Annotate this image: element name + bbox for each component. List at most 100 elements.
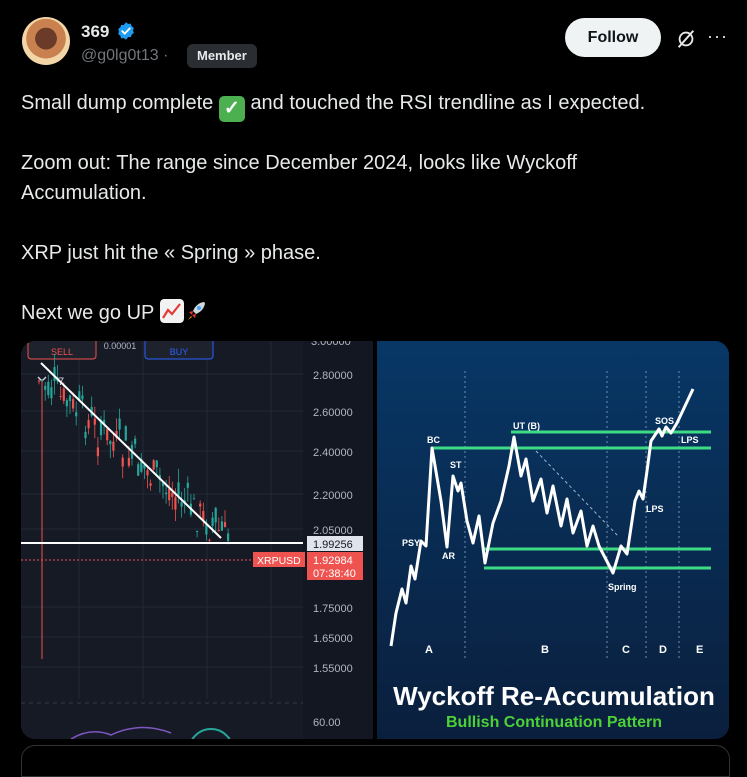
candle-body <box>146 470 149 476</box>
candle-body <box>72 399 75 409</box>
price-tick-4: 2.05000 <box>313 525 353 537</box>
author-handle[interactable]: @g0lg0t13 · <box>81 47 168 65</box>
spread-label: 0.00001 <box>104 341 137 351</box>
candle-body <box>62 388 65 401</box>
label-bc: BC <box>427 435 440 445</box>
post-text-5: Next we go UP <box>21 302 155 324</box>
candle-body <box>186 482 189 488</box>
wyckoff-subtitle: Bullish Continuation Pattern <box>446 714 662 731</box>
countdown-value: 07:38:40 <box>313 568 356 580</box>
candle-body <box>211 517 214 526</box>
price-tick-6: 1.65000 <box>313 633 353 645</box>
candle-body <box>165 492 168 495</box>
phase-b: B <box>541 644 549 656</box>
candle-body <box>196 530 199 532</box>
label-psy: PSY <box>402 538 420 548</box>
candle-body <box>84 431 87 439</box>
phase-c: C <box>622 644 630 656</box>
rocket-emoji-icon <box>187 302 205 320</box>
candle-body <box>68 395 72 402</box>
label-ar: AR <box>442 551 455 561</box>
phase-a: A <box>425 644 433 656</box>
label-lps-1: LPS <box>646 504 664 514</box>
candle-body <box>220 521 223 531</box>
last-price-value: 1.92984 <box>313 555 353 567</box>
candle-body <box>50 387 53 399</box>
image-divider <box>373 341 377 739</box>
candle-body <box>75 412 78 417</box>
candle-body <box>37 380 41 382</box>
price-tick-2: 2.40000 <box>313 447 353 459</box>
candle-body <box>81 395 84 400</box>
phase-e: E <box>696 644 703 656</box>
avatar[interactable] <box>22 17 70 65</box>
handle-text: @g0lg0t13 <box>81 47 159 64</box>
candle-body <box>152 460 155 470</box>
check-mark-emoji-icon: ✓ <box>218 96 245 122</box>
candle-body <box>171 492 174 497</box>
candle-body <box>192 498 196 500</box>
price-tick-5: 1.75000 <box>313 603 353 615</box>
chart-increasing-emoji-icon <box>159 299 184 323</box>
post-text-line-4: XRP just hit the « Spring » phase. <box>21 242 321 264</box>
candle-body <box>124 426 127 441</box>
label-sos: SOS <box>655 416 674 426</box>
candle-body <box>65 400 68 407</box>
candle-body <box>168 488 171 501</box>
member-badge[interactable]: Member <box>187 44 257 68</box>
candle-body <box>137 464 140 476</box>
symbol-label: XRPUSD <box>257 555 301 567</box>
candle-body <box>208 539 211 541</box>
candle-body <box>174 497 177 510</box>
quoted-card-edge[interactable] <box>21 745 730 777</box>
candle-body <box>59 395 62 397</box>
post-text-1b: and touched the RSI trendline as I expec… <box>250 92 646 114</box>
candle-body <box>93 418 96 425</box>
media-svg: SELL 0.00001 BUY 7 3.00000 2.80000 2.600… <box>21 341 729 739</box>
post-text-1a: Small dump complete <box>21 92 214 114</box>
rsi-tick: 60.00 <box>313 717 341 729</box>
candle-body <box>44 385 47 390</box>
candle-body <box>127 457 130 466</box>
candle-body <box>180 502 183 507</box>
label-lps-2: LPS <box>681 435 699 445</box>
candle-body <box>149 483 152 486</box>
handle-separator: · <box>163 47 169 64</box>
grok-icon[interactable] <box>675 28 697 50</box>
post-text-line-1: Small dump complete ✓ and touched the RS… <box>21 88 645 122</box>
wyckoff-title: Wyckoff Re-Accumulation <box>393 681 715 711</box>
price-tick-1: 2.60000 <box>313 407 353 419</box>
candle-body <box>223 522 227 528</box>
candle-body <box>87 420 90 429</box>
buy-label: BUY <box>170 347 189 357</box>
candle-body <box>106 428 109 441</box>
candle-body <box>47 381 50 396</box>
post-text-line-5: Next we go UP <box>21 298 208 328</box>
candle-body <box>112 441 115 451</box>
post-text-line-3: Accumulation. <box>21 182 147 204</box>
label-st: ST <box>450 460 462 470</box>
post-media[interactable]: SELL 0.00001 BUY 7 3.00000 2.80000 2.600… <box>21 341 729 739</box>
candle-body <box>109 441 112 445</box>
price-tick-7: 1.55000 <box>313 663 353 675</box>
verified-badge-icon <box>118 22 134 40</box>
line-price-value: 1.99256 <box>313 539 353 551</box>
candle-body <box>199 503 202 507</box>
candle-body <box>214 507 217 523</box>
follow-button[interactable]: Follow <box>565 18 661 57</box>
price-tick-0: 2.80000 <box>313 370 353 382</box>
author-name[interactable]: 369 <box>81 22 109 42</box>
candle-body <box>217 530 220 532</box>
wyckoff-bg <box>377 341 729 739</box>
post-text-line-2: Zoom out: The range since December 2024,… <box>21 152 578 174</box>
candle-body <box>227 533 230 542</box>
candle-body <box>134 438 137 445</box>
candle-body <box>177 482 180 496</box>
more-options-icon[interactable]: ··· <box>707 26 728 47</box>
price-tick-top: 3.00000 <box>311 341 351 348</box>
label-ut: UT (B) <box>513 421 540 431</box>
candle-body <box>96 447 99 457</box>
candle-body <box>155 460 158 468</box>
price-tick-3: 2.20000 <box>313 490 353 502</box>
phase-d: D <box>659 644 667 656</box>
